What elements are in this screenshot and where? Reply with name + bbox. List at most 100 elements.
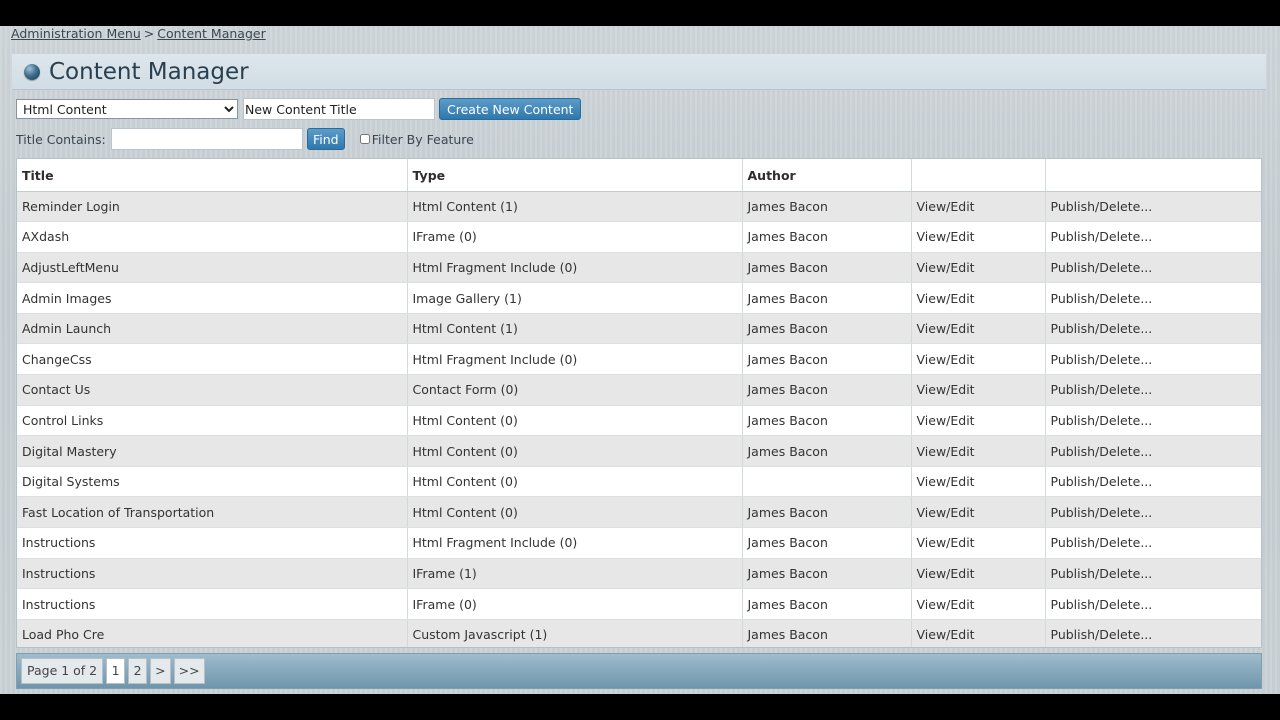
row-publish-delete-link[interactable]: Publish/Delete... [1045, 527, 1261, 559]
row-author-cell: James Bacon [742, 435, 912, 467]
create-new-content-button[interactable]: Create New Content [439, 98, 582, 120]
filter-by-feature-toggle[interactable]: Filter By Feature [359, 131, 474, 147]
row-view-edit-link[interactable]: View/Edit [911, 282, 1046, 314]
column-header-type[interactable]: Type [407, 159, 743, 192]
content-table: Title Type Author Reminder Login Html Con… [17, 159, 1261, 647]
row-view-edit-link[interactable]: View/Edit [911, 313, 1046, 345]
row-publish-delete-link[interactable]: Publish/Delete... [1045, 619, 1261, 647]
row-author-cell: James Bacon [742, 191, 912, 223]
pager-next-button[interactable]: > [150, 658, 171, 684]
pager-bar: Page 1 of 2 1 2 > >> [16, 653, 1262, 689]
row-author-cell: James Bacon [742, 496, 912, 529]
find-button[interactable]: Find [306, 128, 345, 150]
row-view-edit-link[interactable]: View/Edit [911, 252, 1046, 284]
row-title-cell: Digital Mastery [17, 435, 408, 467]
row-publish-delete-link[interactable]: Publish/Delete... [1045, 435, 1261, 467]
row-title-cell: ChangeCss [17, 343, 408, 376]
row-view-edit-link[interactable]: View/Edit [911, 221, 1046, 253]
column-header-title[interactable]: Title [17, 159, 408, 192]
pager-page-2[interactable]: 2 [128, 658, 148, 684]
row-view-edit-link[interactable]: View/Edit [911, 405, 1046, 437]
table-row: Admin Images Image Gallery (1) James Bacon… [17, 282, 1261, 314]
row-view-edit-link[interactable]: View/Edit [911, 619, 1046, 647]
breadcrumb-content-manager[interactable]: Content Manager [157, 26, 265, 41]
row-publish-delete-link[interactable]: Publish/Delete... [1045, 558, 1261, 590]
row-title-cell: Admin Launch [17, 313, 408, 345]
column-header-author[interactable]: Author [742, 159, 912, 192]
row-author-cell: James Bacon [742, 527, 912, 559]
breadcrumb-administration-menu[interactable]: Administration Menu [11, 26, 141, 41]
row-type-cell: Custom Javascript (1) [407, 619, 743, 647]
table-row: Instructions Html Fragment Include (0) Jam… [17, 527, 1261, 559]
row-author-cell: James Bacon [742, 313, 912, 345]
pager-last-button[interactable]: >> [173, 658, 205, 684]
row-author-cell: James Bacon [742, 374, 912, 406]
table-row: Reminder Login Html Content (1) James Baco… [17, 191, 1261, 223]
row-author-cell: James Bacon [742, 558, 912, 590]
row-title-cell: Instructions [17, 527, 408, 559]
table-row: Digital Mastery Html Content (0) James Bac… [17, 435, 1261, 467]
row-author-cell: James Bacon [742, 221, 912, 253]
table-body: Reminder Login Html Content (1) James Baco… [17, 191, 1261, 647]
content-table-container: Title Type Author Reminder Login Html Con… [16, 158, 1262, 648]
row-type-cell: Html Fragment Include (0) [407, 343, 743, 376]
row-title-cell: Instructions [17, 588, 408, 620]
content-type-select[interactable]: Html Content [16, 99, 238, 119]
row-publish-delete-link[interactable]: Publish/Delete... [1045, 374, 1261, 406]
row-title-cell: Control Links [17, 405, 408, 437]
row-title-cell: Reminder Login [17, 191, 408, 223]
row-publish-delete-link[interactable]: Publish/Delete... [1045, 282, 1261, 314]
row-publish-delete-link[interactable]: Publish/Delete... [1045, 343, 1261, 376]
page-title: Content Manager [49, 58, 249, 85]
row-type-cell: Html Fragment Include (0) [407, 527, 743, 559]
row-publish-delete-link[interactable]: Publish/Delete... [1045, 252, 1261, 284]
row-type-cell: IFrame (1) [407, 558, 743, 590]
table-row: Control Links Html Content (0) James Bacon… [17, 405, 1261, 437]
row-view-edit-link[interactable]: View/Edit [911, 558, 1046, 590]
row-title-cell: Instructions [17, 558, 408, 590]
row-publish-delete-link[interactable]: Publish/Delete... [1045, 313, 1261, 345]
row-view-edit-link[interactable]: View/Edit [911, 435, 1046, 467]
table-row: Digital Systems Html Content (0) View/Edit… [17, 466, 1261, 498]
row-view-edit-link[interactable]: View/Edit [911, 527, 1046, 559]
row-author-cell: James Bacon [742, 282, 912, 314]
row-title-cell: Admin Images [17, 282, 408, 314]
title-contains-input[interactable] [110, 128, 303, 150]
table-row: Contact Us Contact Form (0) James Bacon Vie… [17, 374, 1261, 406]
row-author-cell: James Bacon [742, 343, 912, 376]
row-view-edit-link[interactable]: View/Edit [911, 496, 1046, 529]
row-type-cell: Image Gallery (1) [407, 282, 743, 314]
row-title-cell: Contact Us [17, 374, 408, 406]
row-type-cell: Html Fragment Include (0) [407, 252, 743, 284]
row-publish-delete-link[interactable]: Publish/Delete... [1045, 588, 1261, 620]
row-type-cell: Html Content (0) [407, 466, 743, 498]
create-content-bar: Html Content Create New Content [16, 98, 582, 120]
row-view-edit-link[interactable]: View/Edit [911, 466, 1046, 498]
pager-info: Page 1 of 2 [21, 658, 104, 684]
column-header-view-edit [911, 159, 1046, 192]
row-type-cell: Html Content (0) [407, 496, 743, 529]
table-row: Load Pho Cre Custom Javascript (1) James B… [17, 619, 1261, 647]
filter-by-feature-label: Filter By Feature [371, 131, 474, 147]
page-header: Content Manager [12, 54, 1266, 90]
row-publish-delete-link[interactable]: Publish/Delete... [1045, 466, 1261, 498]
row-publish-delete-link[interactable]: Publish/Delete... [1045, 191, 1261, 223]
table-row: AdjustLeftMenu Html Fragment Include (0) J… [17, 252, 1261, 284]
row-type-cell: Html Content (1) [407, 313, 743, 345]
row-title-cell: Digital Systems [17, 466, 408, 498]
pager-page-1[interactable]: 1 [106, 658, 126, 684]
row-author-cell [742, 466, 912, 498]
row-publish-delete-link[interactable]: Publish/Delete... [1045, 221, 1261, 253]
row-view-edit-link[interactable]: View/Edit [911, 374, 1046, 406]
table-row: Admin Launch Html Content (1) James Bacon V… [17, 313, 1261, 345]
filter-by-feature-checkbox[interactable] [359, 134, 370, 144]
row-view-edit-link[interactable]: View/Edit [911, 343, 1046, 376]
new-content-title-input[interactable] [243, 98, 435, 120]
row-view-edit-link[interactable]: View/Edit [911, 191, 1046, 223]
row-publish-delete-link[interactable]: Publish/Delete... [1045, 496, 1261, 529]
row-type-cell: IFrame (0) [407, 588, 743, 620]
row-view-edit-link[interactable]: View/Edit [911, 588, 1046, 620]
table-row: Instructions IFrame (0) James Bacon View/Ed… [17, 588, 1261, 620]
row-title-cell: AdjustLeftMenu [17, 252, 408, 284]
row-publish-delete-link[interactable]: Publish/Delete... [1045, 405, 1261, 437]
